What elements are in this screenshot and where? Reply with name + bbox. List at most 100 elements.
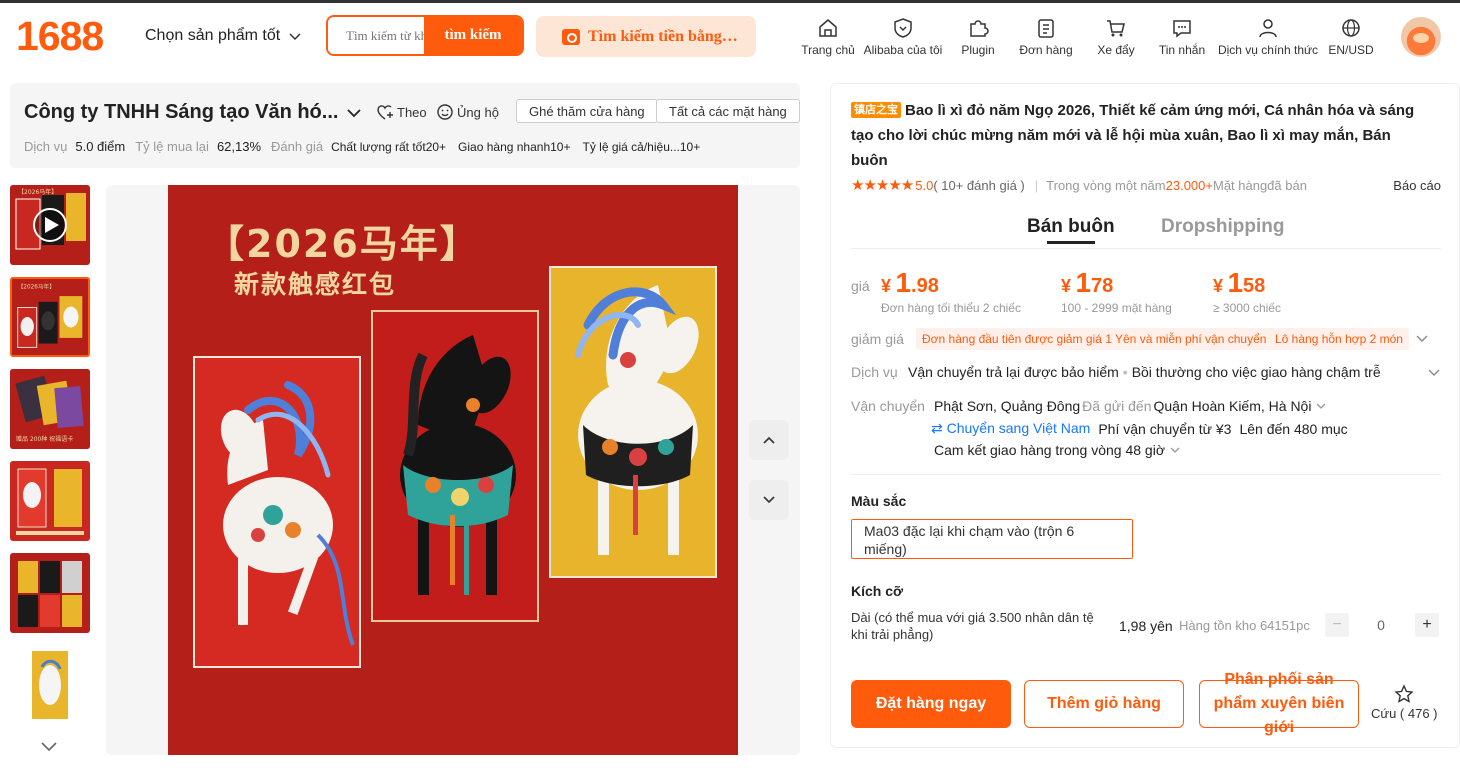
service-label: Dịch vụ (851, 364, 898, 380)
svg-text:赠品 200种 祝福语卡: 赠品 200种 祝福语卡 (16, 435, 73, 443)
chevron-down-icon[interactable] (1315, 400, 1327, 412)
size-stock: Hàng tồn kho 64151pc (1179, 618, 1310, 633)
quantity-decrease-button[interactable]: − (1325, 613, 1349, 637)
store-panel: Công ty TNHH Sáng tạo Văn hó... Theo Ủng… (10, 83, 800, 168)
clipboard-icon (1038, 19, 1054, 38)
product-title: 镇店之宝 Bao lì xì đỏ năm Ngọ 2026, Thiết kế … (851, 102, 1415, 169)
size-option-label: Dài (có thể mua với giá 3.500 nhân dân t… (851, 610, 1094, 642)
category-select-label: Chọn sản phẩm tốt (145, 27, 281, 44)
globe-icon (1342, 19, 1360, 37)
rating-row: ★★★★★ 5.0 ( 10+ đánh giá ) | Trong vòng … (851, 177, 1441, 194)
store-rating-tag: Giao hàng nhanh10+ (458, 139, 571, 154)
price-tier: ¥ 158 ≥ 3000 chiếc (1213, 267, 1281, 315)
shield-heart-icon (894, 18, 912, 38)
thumbnail-image[interactable] (10, 461, 90, 541)
search-input[interactable] (328, 17, 424, 54)
chat-icon (1173, 20, 1191, 38)
rating-score: 5.0 (915, 177, 934, 193)
color-section-title: Màu sắc (851, 493, 907, 509)
nav-my-alibaba[interactable]: Alibaba của tôi (861, 17, 945, 57)
ship-destination[interactable]: Quận Hoàn Kiếm, Hà Nội (1153, 398, 1311, 414)
cross-border-distribute-button[interactable]: Phân phối sản phẩm xuyên biên giới (1199, 671, 1359, 736)
nav-official-service[interactable]: Dịch vụ chính thức (1213, 17, 1323, 57)
chevron-down-icon[interactable] (40, 740, 58, 754)
shipping-transfer: ⇄ Chuyển sang Việt Nam Phí vận chuyển từ… (931, 420, 1348, 437)
order-now-button[interactable]: Đặt hàng ngay (851, 680, 1011, 728)
color-option-selected[interactable]: Ma03 đặc lại khi chạm vào (trộn 6 miếng) (851, 519, 1133, 559)
scroll-up-button[interactable] (749, 420, 789, 460)
rating-count[interactable]: ( 10+ đánh giá ) (933, 178, 1024, 193)
purchase-mode-tabs: Bán buôn Dropshipping (851, 216, 1441, 249)
top-header: 1688 Chọn sản phẩm tốt tìm kiếm Tìm kiếm… (0, 0, 1460, 68)
tab-wholesale[interactable]: Bán buôn (1027, 216, 1115, 244)
image-search-button[interactable]: Tìm kiếm tiền bằng hình ảnh (536, 16, 756, 57)
nav-language-currency[interactable]: EN/USD (1323, 17, 1379, 57)
thumbnail-video[interactable]: 【2026马年】 (10, 185, 90, 265)
chevron-up-icon (763, 436, 775, 444)
promo-tag[interactable]: Đơn hàng đầu tiên được giảm giá 1 Yên và… (916, 328, 1273, 350)
service-list: Vận chuyển trả lại được bảo hiểm • Bồi thư… (908, 364, 1381, 380)
store-name[interactable]: Công ty TNHH Sáng tạo Văn hó... (24, 101, 362, 124)
star-outline-icon (1394, 684, 1414, 703)
chevron-down-icon (763, 496, 775, 504)
nav-messages[interactable]: Tin nhắn (1151, 17, 1213, 57)
chevron-down-icon[interactable] (1427, 366, 1441, 380)
quantity-input[interactable]: 0 (1359, 617, 1403, 633)
image-search-label: Tìm kiếm tiền bằng hình ảnh (588, 27, 738, 45)
divider (851, 474, 1441, 475)
support-button[interactable]: Ủng hộ (436, 103, 499, 121)
chevron-down-icon (347, 108, 362, 117)
smile-icon (437, 104, 453, 120)
thumbnail-image[interactable] (10, 645, 90, 725)
heart-plus-icon (377, 105, 393, 120)
svg-text:【2026马年】: 【2026马年】 (18, 188, 57, 196)
search-button[interactable]: tìm kiếm (424, 17, 522, 54)
chevron-down-icon (1170, 447, 1180, 453)
price-tier: ¥ 178 100 - 2999 mặt hàng (1061, 267, 1172, 315)
price-tier: ¥ 1.98 Đơn hàng tối thiểu 2 chiếc (881, 267, 1021, 315)
nav-orders[interactable]: Đơn hàng (1011, 17, 1081, 57)
cart-icon (1107, 20, 1125, 37)
scroll-down-button[interactable] (749, 480, 789, 520)
nav-plugin[interactable]: Plugin (945, 17, 1011, 57)
chevron-down-icon[interactable] (1415, 332, 1429, 346)
save-button[interactable]: Cứu ( 476 ) (1371, 684, 1438, 721)
red-envelope-illustration (193, 266, 717, 668)
nav-cart[interactable]: Xe đẩy (1081, 17, 1151, 57)
thumbnail-image-selected[interactable]: 【2026马年】 (10, 277, 90, 357)
top-nav: Trang chủ Alibaba của tôi Plugin Đơn hàn… (795, 17, 1379, 57)
quantity-increase-button[interactable]: + (1415, 613, 1439, 637)
store-rating-tag: Chất lượng rất tốt20+ (331, 139, 447, 154)
search-box: tìm kiếm (326, 15, 524, 56)
visit-store-button[interactable]: Ghé thăm cửa hàng (516, 99, 658, 123)
follow-button[interactable]: Theo (376, 103, 427, 121)
store-metrics: Dịch vụ 5.0 điểm Tỷ lệ mua lại 62,13% Đá… (24, 139, 701, 154)
size-section-title: Kích cỡ (851, 583, 903, 599)
camera-icon (562, 28, 580, 45)
discount-label: giảm giá (851, 331, 904, 347)
shipping-route: Phật Sơn, Quảng Đông Đã gửi đến Quận Hoà… (934, 398, 1327, 414)
store-rating-tag: Tỷ lệ giá cả/hiệu...10+ (582, 139, 701, 154)
nav-home[interactable]: Trang chủ (795, 17, 861, 57)
thumbnail-image[interactable]: 赠品 200种 祝福语卡 (10, 369, 90, 449)
shop-treasure-badge: 镇店之宝 (851, 102, 901, 118)
report-link[interactable]: Báo cáo (1393, 178, 1441, 193)
tab-dropshipping[interactable]: Dropshipping (1161, 216, 1284, 238)
all-items-button[interactable]: Tất cả các mặt hàng (656, 99, 800, 123)
star-rating-icon: ★★★★★ (851, 177, 914, 194)
product-detail-panel: 镇店之宝 Bao lì xì đỏ năm Ngọ 2026, Thiết kế … (830, 83, 1460, 748)
add-to-cart-button[interactable]: Thêm giỏ hàng (1024, 680, 1184, 728)
delivery-promise[interactable]: Cam kết giao hàng trong vòng 48 giờ (934, 442, 1181, 458)
main-product-image[interactable]: 【2026马年】 新款触感红包 (168, 185, 738, 755)
promo-tag[interactable]: Lô hàng hỗn hợp 2 món (1269, 328, 1409, 350)
home-icon (819, 19, 837, 37)
transfer-vietnam-link[interactable]: ⇄ Chuyển sang Việt Nam (931, 420, 1090, 437)
thumbnail-image: 【2026马年】 (15, 188, 86, 250)
shipping-label: Vận chuyển (851, 398, 925, 414)
svg-text:【2026马年】: 【2026马年】 (18, 283, 55, 291)
thumbnail-image[interactable] (10, 553, 90, 633)
category-select[interactable]: Chọn sản phẩm tốt (145, 27, 302, 45)
sold-count: 23.000+ (1165, 177, 1213, 193)
user-avatar[interactable] (1401, 17, 1441, 57)
site-logo[interactable]: 1688 (16, 13, 104, 60)
